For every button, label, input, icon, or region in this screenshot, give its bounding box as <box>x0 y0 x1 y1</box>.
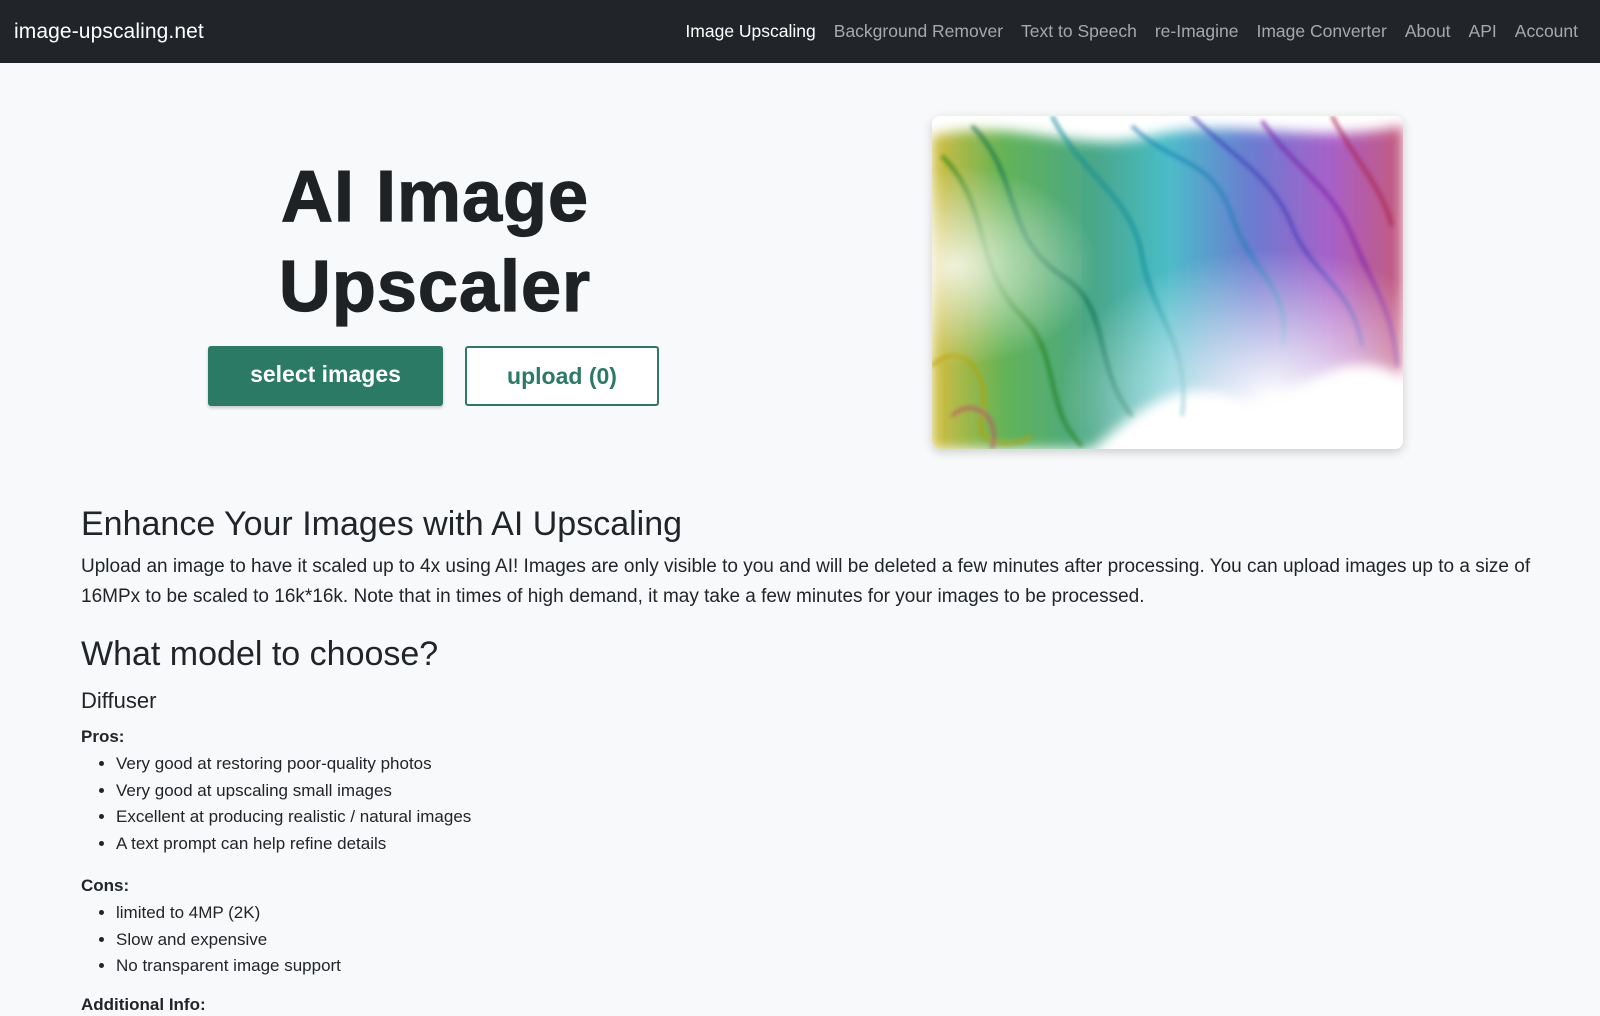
hero-title-line1: AI Image <box>280 156 590 237</box>
list-item: Very good at restoring poor-quality phot… <box>116 751 1531 778</box>
model-name: Diffuser <box>81 688 157 713</box>
nav-link-account[interactable]: Account <box>1515 21 1578 42</box>
pros-label: Pros: <box>81 727 125 746</box>
rainbow-smoke-image <box>932 116 1403 449</box>
nav-link-text-to-speech[interactable]: Text to Speech <box>1021 21 1137 42</box>
select-images-button[interactable]: select images <box>208 346 443 406</box>
list-item: limited to 4MP (2K) <box>116 900 1531 927</box>
intro-text: Upload an image to have it scaled up to … <box>81 556 1531 607</box>
cons-list: limited to 4MP (2K) Slow and expensive N… <box>81 900 1531 980</box>
list-item: Excellent at producing realistic / natur… <box>116 804 1531 831</box>
pros-list: Very good at restoring poor-quality phot… <box>81 751 1531 857</box>
main-content: Enhance Your Images with AI Upscaling Up… <box>81 500 1531 1016</box>
intro-heading: Enhance Your Images with AI Upscaling <box>81 505 683 543</box>
nav-link-re-imagine[interactable]: re-Imagine <box>1155 21 1239 42</box>
nav-link-about[interactable]: About <box>1405 21 1451 42</box>
nav-link-api[interactable]: API <box>1469 21 1497 42</box>
list-item: No transparent image support <box>116 953 1531 980</box>
list-item: Slow and expensive <box>116 927 1531 954</box>
upload-button[interactable]: upload (0) <box>465 346 659 406</box>
top-navbar: image-upscaling.net Image Upscaling Back… <box>0 0 1600 63</box>
nav-link-background-remover[interactable]: Background Remover <box>834 21 1003 42</box>
nav-link-image-converter[interactable]: Image Converter <box>1256 21 1386 42</box>
models-heading: What model to choose? <box>81 635 439 673</box>
additional-info-label: Additional Info: <box>81 994 206 1014</box>
list-item: A text prompt can help refine details <box>116 831 1531 858</box>
hero-title: AI Image Upscaler <box>180 152 690 332</box>
cons-label: Cons: <box>81 876 130 895</box>
nav-link-image-upscaling[interactable]: Image Upscaling <box>685 21 815 42</box>
list-item: Very good at upscaling small images <box>116 778 1531 805</box>
nav-links: Image Upscaling Background Remover Text … <box>667 21 1578 42</box>
hero-title-line2: Upscaler <box>278 246 592 327</box>
brand-logo-link[interactable]: image-upscaling.net <box>14 20 204 44</box>
